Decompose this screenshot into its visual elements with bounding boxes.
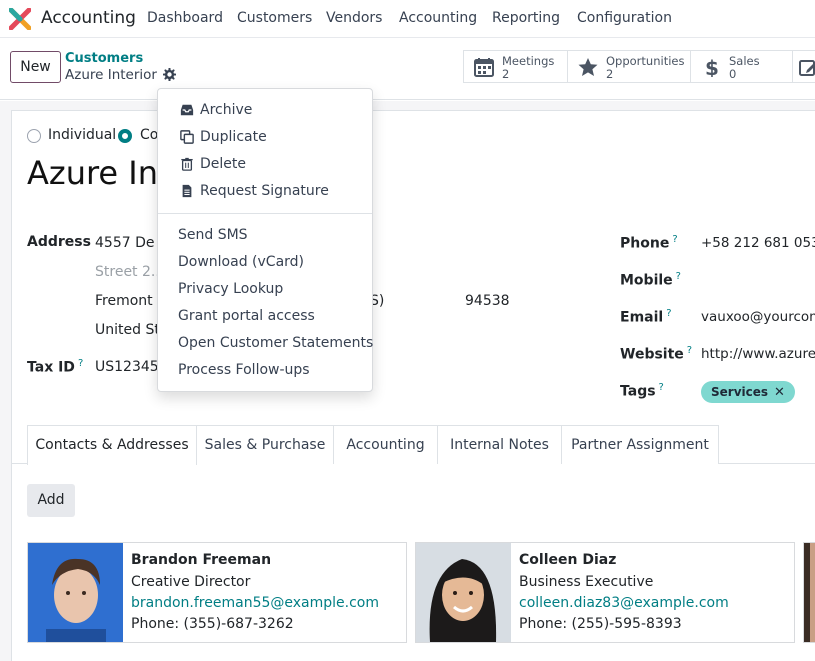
mobile-label: Mobile?: [620, 271, 681, 289]
more-stat-button[interactable]: [792, 50, 815, 83]
email-field[interactable]: vauxoo@yourcom: [701, 309, 815, 325]
copy-icon: [180, 130, 194, 144]
menu-configuration[interactable]: Configuration: [577, 10, 672, 26]
add-contact-button[interactable]: Add: [27, 484, 75, 517]
svg-text:$: $: [705, 57, 719, 77]
contact-card[interactable]: Colleen Diaz Business Executive colleen.…: [415, 542, 795, 643]
city-field[interactable]: Fremont: [95, 293, 153, 309]
contact-title: Creative Director: [131, 574, 251, 590]
sales-label: Sales: [729, 54, 760, 68]
menu-item-grant-portal-access[interactable]: Grant portal access: [178, 308, 315, 324]
calendar-icon: [474, 58, 494, 77]
dollar-icon: $: [705, 57, 719, 77]
help-icon[interactable]: ?: [659, 382, 664, 393]
document-icon: [182, 184, 192, 198]
menu-item-open-customer-statements[interactable]: Open Customer Statements: [178, 335, 373, 351]
inbox-icon: [180, 104, 194, 116]
website-field[interactable]: http://www.azure-: [701, 346, 815, 362]
menu-item-request-signature[interactable]: Request Signature: [200, 183, 329, 199]
street2-field[interactable]: Street 2...: [95, 264, 164, 280]
control-panel: New Customers Azure Interior Meetings 2 …: [0, 38, 815, 100]
email-label-text: Email: [620, 309, 664, 326]
partner-name-field[interactable]: Azure Int: [27, 154, 171, 192]
help-icon[interactable]: ?: [672, 234, 677, 245]
gear-icon[interactable]: [163, 67, 177, 82]
tab-sales-purchase[interactable]: Sales & Purchase: [196, 425, 334, 464]
contact-name: Colleen Diaz: [519, 552, 617, 568]
tax-id-text: Tax ID: [27, 359, 75, 376]
avatar: [804, 543, 815, 642]
menu-vendors[interactable]: Vendors: [326, 10, 382, 26]
help-icon[interactable]: ?: [78, 358, 83, 369]
remove-tag-icon[interactable]: ✕: [774, 385, 785, 400]
contact-title: Business Executive: [519, 574, 654, 590]
help-icon[interactable]: ?: [687, 345, 692, 356]
meetings-count: 2: [502, 67, 510, 81]
contact-email-link[interactable]: colleen.diaz83@example.com: [519, 595, 729, 611]
breadcrumb-parent[interactable]: Customers: [65, 51, 143, 66]
menu-accounting[interactable]: Accounting: [399, 10, 477, 26]
edit-icon: [799, 60, 815, 76]
contact-email-link[interactable]: brandon.freeman55@example.com: [131, 595, 379, 611]
individual-label[interactable]: Individual: [48, 127, 116, 143]
help-icon[interactable]: ?: [676, 271, 681, 282]
email-label: Email?: [620, 308, 672, 326]
tax-id-label: Tax ID?: [27, 358, 83, 376]
menu-item-duplicate[interactable]: Duplicate: [200, 129, 267, 145]
menu-item-process-follow-ups[interactable]: Process Follow-ups: [178, 362, 310, 378]
phone-label-text: Phone: [620, 235, 670, 252]
sales-stat-button[interactable]: $ Sales 0: [690, 50, 793, 83]
contact-phone: Phone: (255)-595-8393: [519, 616, 682, 632]
tag-badge: Services ✕: [701, 381, 795, 403]
tab-partner-assignment[interactable]: Partner Assignment: [561, 425, 719, 464]
avatar: [28, 543, 123, 642]
individual-radio[interactable]: [27, 129, 41, 143]
tag-label: Services: [711, 385, 769, 399]
menu-item-archive[interactable]: Archive: [200, 102, 252, 118]
menu-reporting[interactable]: Reporting: [492, 10, 560, 26]
menu-item-privacy-lookup[interactable]: Privacy Lookup: [178, 281, 283, 297]
phone-field[interactable]: +58 212 681 0538: [701, 235, 815, 251]
address-label: Address: [27, 234, 91, 250]
sales-count: 0: [729, 67, 737, 81]
opportunities-count: 2: [606, 67, 614, 81]
breadcrumb-current: Azure Interior: [65, 67, 177, 83]
phone-label: Phone?: [620, 234, 678, 252]
tab-contacts-addresses[interactable]: Contacts & Addresses: [27, 425, 197, 465]
menu-item-send-sms[interactable]: Send SMS: [178, 227, 248, 243]
action-dropdown-menu: Archive Duplicate Delete Request Signatu…: [157, 88, 373, 392]
top-navbar: Accounting Dashboard Customers Vendors A…: [0, 0, 815, 38]
mobile-label-text: Mobile: [620, 272, 673, 289]
contact-card[interactable]: Brandon Freeman Creative Director brando…: [27, 542, 407, 643]
meetings-label: Meetings: [502, 54, 555, 68]
website-label: Website?: [620, 345, 692, 363]
star-icon: [578, 58, 598, 76]
website-label-text: Website: [620, 346, 684, 363]
contact-card[interactable]: [803, 542, 815, 643]
tab-accounting[interactable]: Accounting: [333, 425, 438, 464]
tags-label-text: Tags: [620, 383, 656, 400]
opportunities-stat-button[interactable]: Opportunities 2: [567, 50, 691, 83]
app-name[interactable]: Accounting: [41, 8, 136, 28]
contact-name: Brandon Freeman: [131, 552, 272, 568]
trash-icon: [181, 157, 193, 171]
help-icon[interactable]: ?: [666, 308, 671, 319]
tab-internal-notes[interactable]: Internal Notes: [437, 425, 562, 464]
menu-customers[interactable]: Customers: [237, 10, 312, 26]
zip-field[interactable]: 94538: [465, 293, 510, 309]
company-label[interactable]: Co: [140, 127, 158, 143]
new-button[interactable]: New: [10, 51, 61, 83]
menu-item-download-vcard[interactable]: Download (vCard): [178, 254, 304, 270]
avatar: [416, 543, 511, 642]
menu-divider: [158, 213, 372, 214]
opportunities-label: Opportunities: [606, 54, 685, 68]
contact-phone: Phone: (355)-687-3262: [131, 616, 294, 632]
menu-dashboard[interactable]: Dashboard: [147, 10, 223, 26]
record-name: Azure Interior: [65, 67, 157, 83]
meetings-stat-button[interactable]: Meetings 2: [463, 50, 568, 83]
app-logo-icon[interactable]: [9, 8, 31, 30]
company-radio[interactable]: [118, 129, 132, 143]
menu-item-delete[interactable]: Delete: [200, 156, 246, 172]
tags-label: Tags?: [620, 382, 664, 400]
